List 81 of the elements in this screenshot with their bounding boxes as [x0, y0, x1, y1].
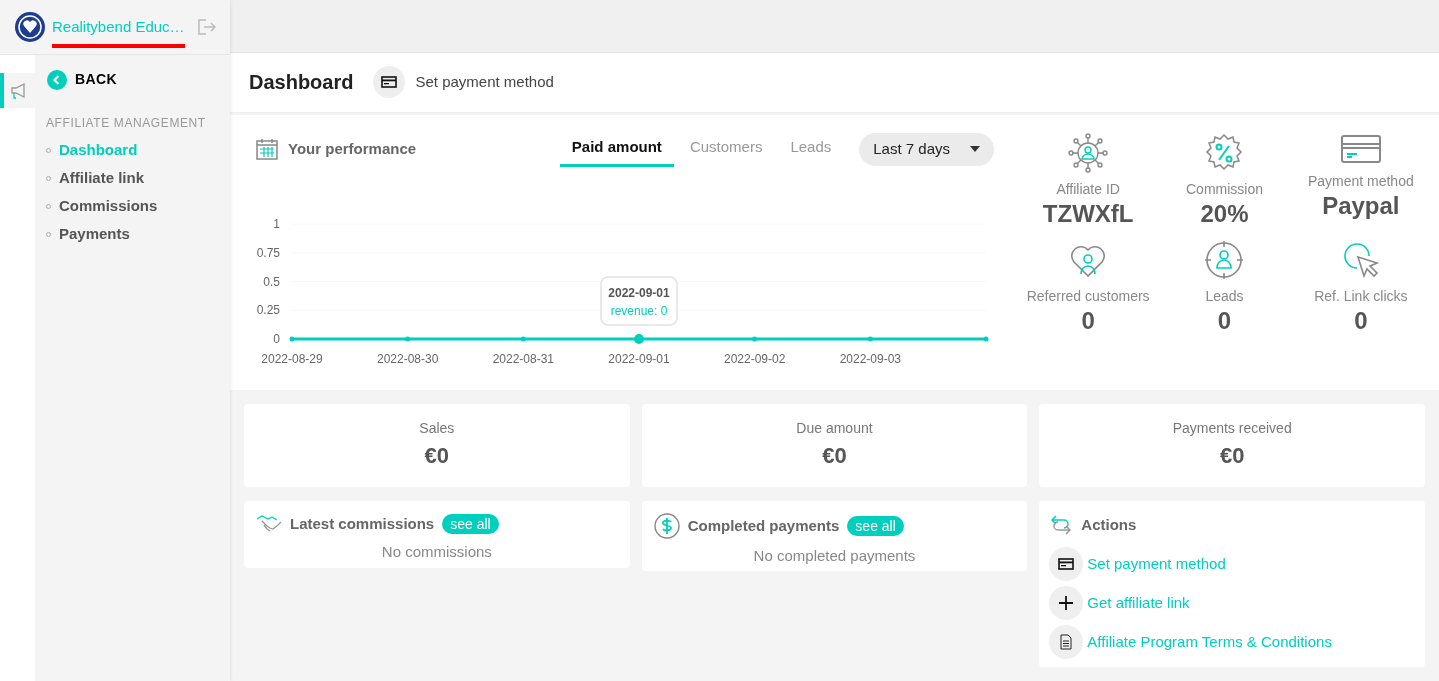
panel-title: Latest commissions	[290, 514, 435, 534]
empty-message: No completed payments	[752, 546, 917, 566]
stat-label: Referred customers	[1026, 287, 1150, 307]
action-link[interactable]: Set payment method	[1049, 547, 1415, 581]
document-icon	[1060, 634, 1073, 650]
see-all-link[interactable]: see all	[847, 516, 904, 536]
network-person-icon	[1068, 133, 1109, 174]
back-button[interactable]: BACK	[47, 69, 117, 90]
chart-tooltip: 2022-09-01 revenue: 0	[600, 276, 678, 326]
logo-icon	[14, 11, 46, 43]
plus-icon	[1059, 596, 1074, 610]
card-icon	[381, 76, 398, 89]
panel-title: Completed payments	[687, 515, 840, 536]
action-link[interactable]: Get affiliate link	[1049, 586, 1415, 620]
stat-label: Leads	[1205, 287, 1244, 307]
bullet-icon	[46, 147, 51, 153]
stat-value: Paypal	[1322, 192, 1400, 221]
data-point	[289, 336, 295, 342]
action-link[interactable]: Affiliate Program Terms & Conditions	[1049, 625, 1415, 659]
summary-label: Payments received	[1172, 419, 1292, 439]
y-axis-label: 0.25	[256, 303, 280, 318]
summary-value: €0	[822, 442, 847, 471]
section-heading: AFFILIATE MANAGEMENT	[46, 115, 207, 132]
nav-item[interactable]: Payments	[46, 220, 219, 248]
nav-item[interactable]: Commissions	[46, 192, 219, 220]
data-point	[752, 336, 758, 342]
chart-tab[interactable]: Customers	[677, 131, 775, 168]
summary-value: €0	[424, 442, 450, 471]
credit-card-icon	[1339, 133, 1382, 166]
bullet-icon	[46, 175, 51, 181]
range-dropdown[interactable]: Last 7 days	[859, 132, 994, 166]
y-axis-label: 0	[273, 332, 280, 347]
swap-arrows-icon	[1049, 513, 1074, 537]
set-payment-button[interactable]: Set payment method	[373, 66, 554, 99]
bullet-icon	[46, 203, 51, 209]
stat-value: TZWXfL	[1042, 200, 1134, 229]
bullet-icon	[46, 231, 51, 237]
summary-label: Due amount	[796, 419, 873, 439]
target-person-icon	[1204, 240, 1245, 281]
annotation: revenue: 0	[610, 304, 668, 319]
x-axis-label: 2022-09-02	[723, 352, 786, 367]
stat-value: 0	[1217, 307, 1232, 336]
data-point	[867, 336, 873, 342]
card-icon	[1058, 558, 1075, 570]
nav-item[interactable]: Dashboard	[46, 136, 219, 164]
empty-message: No commissions	[380, 542, 493, 563]
data-point	[405, 336, 411, 342]
caret-icon	[970, 146, 980, 153]
nav-item[interactable]: Affiliate link	[46, 164, 219, 192]
x-axis-label: 2022-09-01	[608, 352, 670, 367]
y-axis-label: 1	[273, 217, 280, 232]
annotation: 2022-09-01	[608, 286, 671, 301]
summary-value: €0	[1219, 442, 1245, 471]
see-all-link[interactable]: see all	[442, 514, 499, 535]
y-axis-label: 0.5	[263, 274, 280, 289]
brand-name[interactable]: Realitybend Educ…	[52, 18, 185, 35]
summary-label: Sales	[419, 419, 455, 439]
panel-title: Actions	[1081, 514, 1137, 535]
logout-icon[interactable]	[198, 19, 216, 35]
data-point	[983, 336, 989, 342]
x-axis-label: 2022-08-31	[492, 352, 555, 367]
stat-label: Commission	[1186, 180, 1263, 200]
dollar-coin-icon	[653, 513, 680, 539]
rail-item[interactable]	[0, 73, 35, 108]
stat-label: Affiliate ID	[1056, 180, 1120, 200]
x-axis-label: 2022-08-29	[261, 352, 323, 367]
chart-tab[interactable]: Leads	[778, 131, 844, 168]
page-title: Dashboard	[249, 70, 354, 96]
chart-tab[interactable]: Paid amount	[559, 131, 674, 168]
stat-value: 0	[1081, 307, 1095, 336]
panel-title: Your performance	[288, 138, 417, 159]
stat-value: 20%	[1200, 200, 1249, 229]
data-point	[634, 334, 644, 345]
stat-label: Payment method	[1307, 172, 1414, 192]
stat-value: 0	[1354, 307, 1368, 336]
y-axis-label: 0.75	[256, 245, 280, 260]
x-axis-label: 2022-09-03	[839, 352, 902, 367]
data-point	[520, 336, 526, 342]
calendar-icon	[256, 138, 278, 161]
stat-label: Ref. Link clicks	[1314, 287, 1408, 307]
x-axis-label: 2022-08-30	[376, 352, 439, 367]
